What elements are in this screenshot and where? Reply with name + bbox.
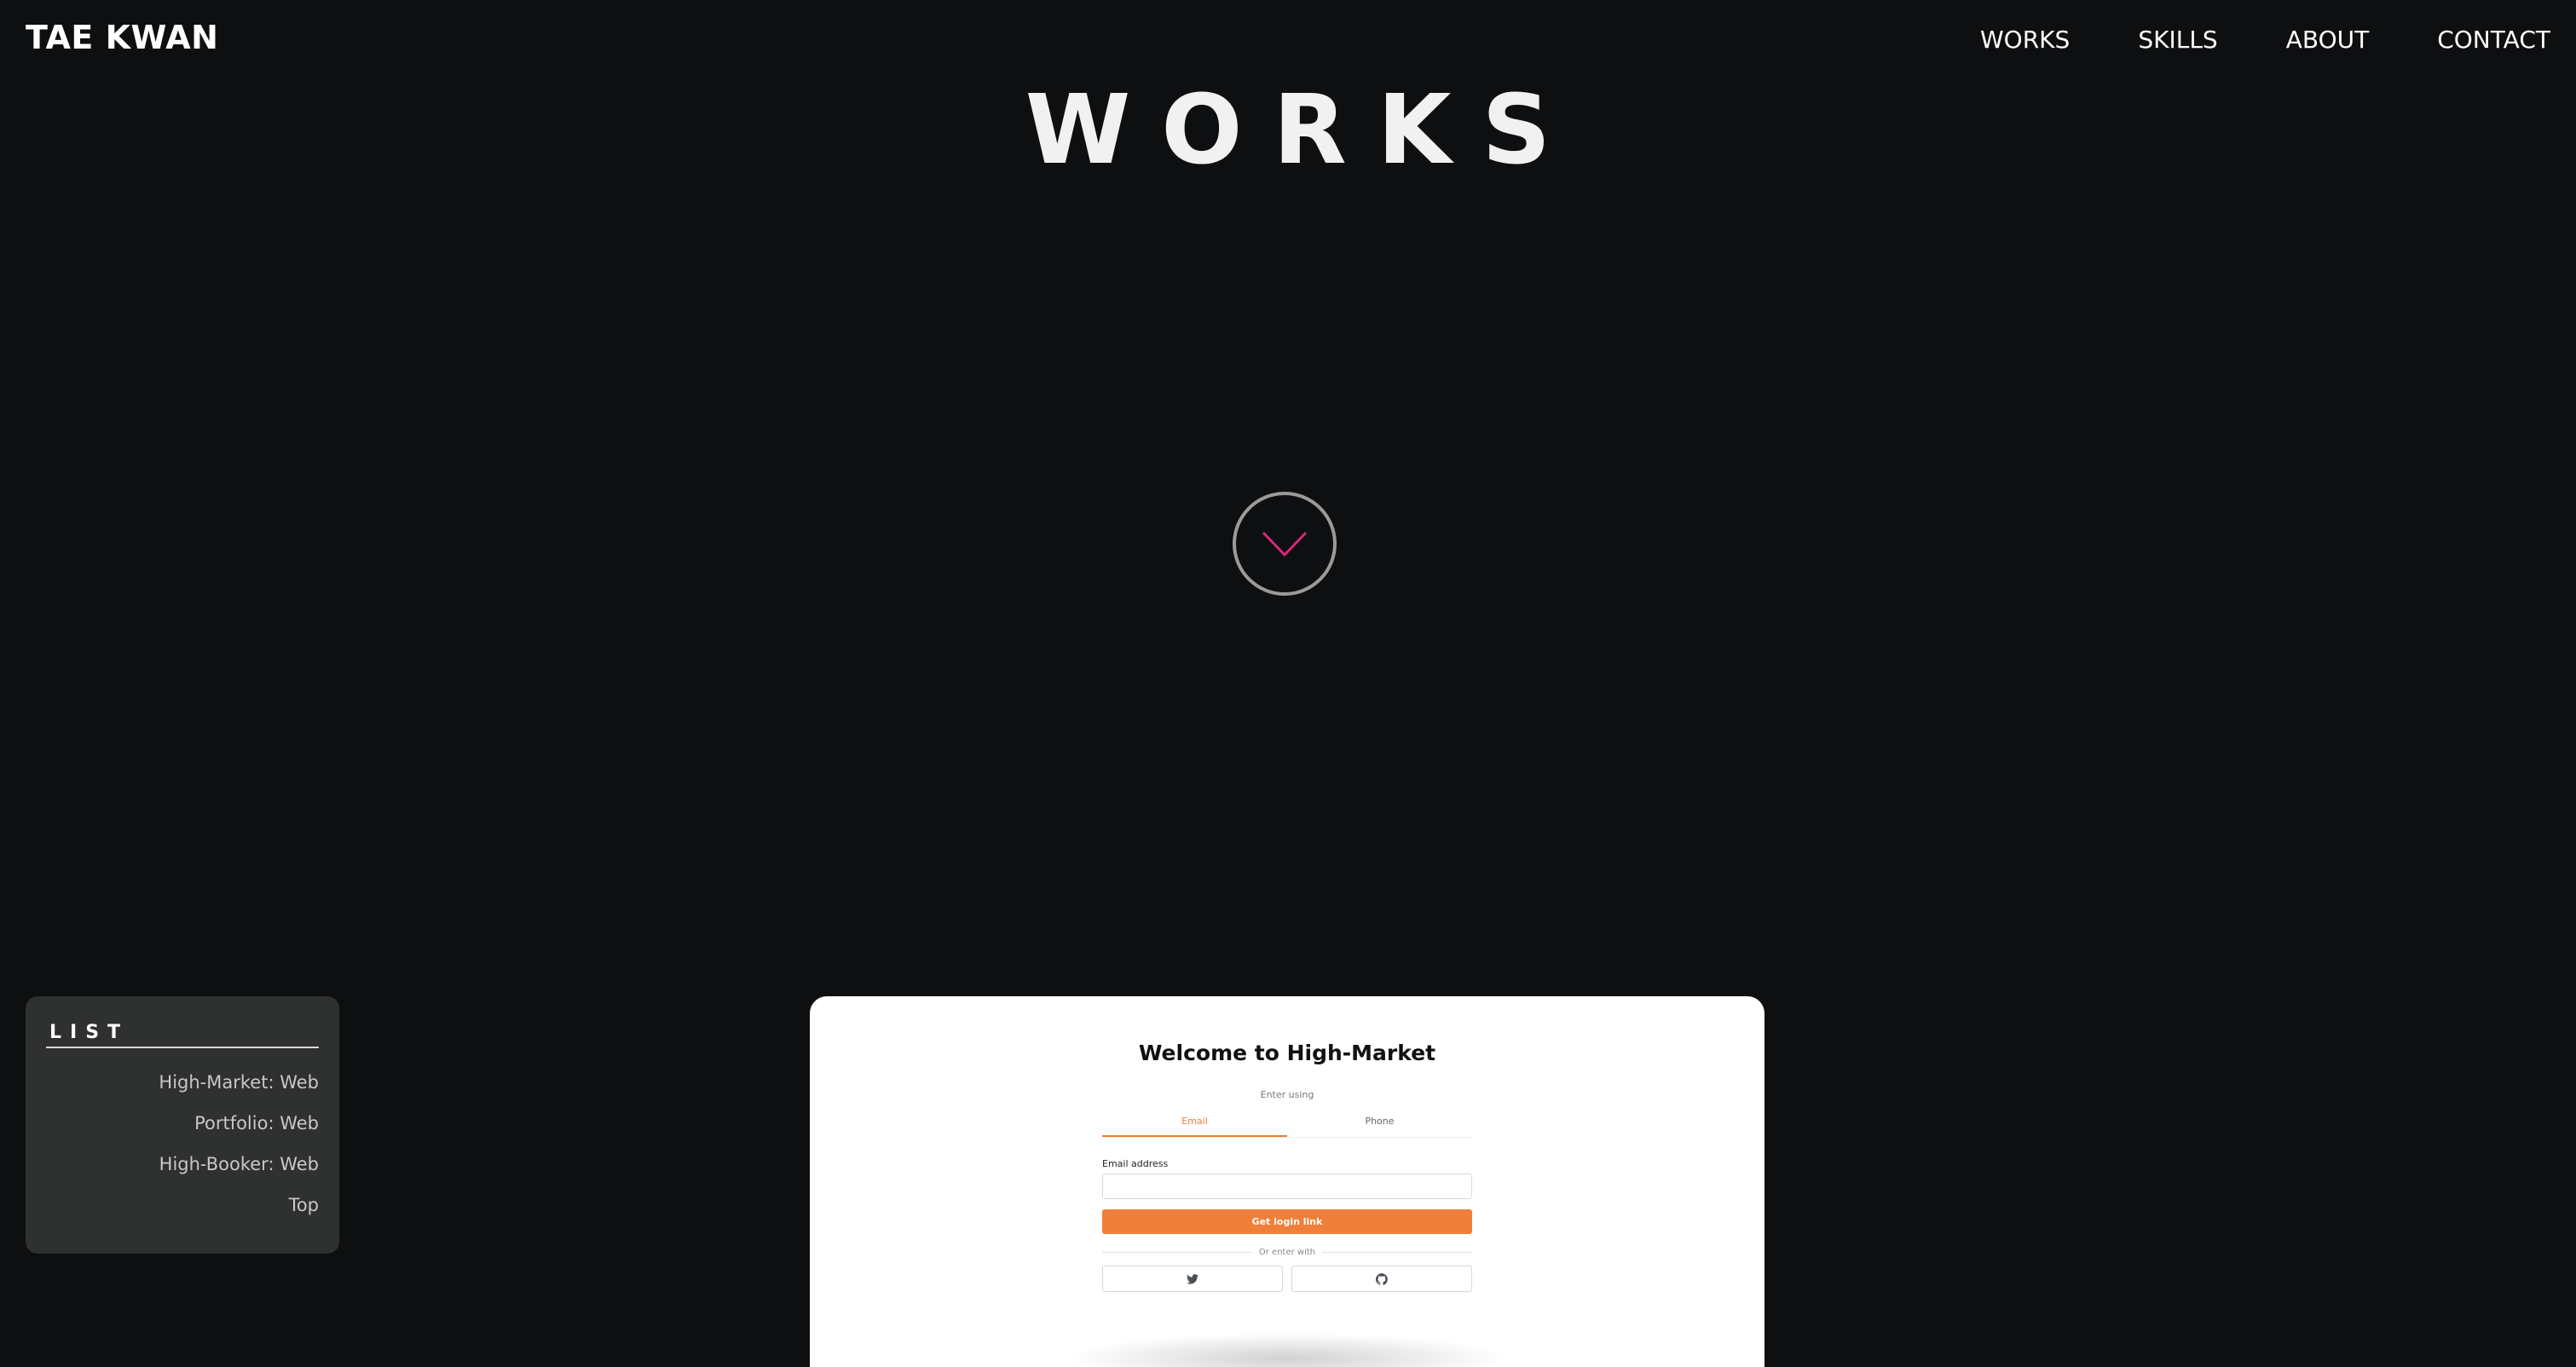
- preview-shadow: [1066, 1333, 1509, 1367]
- scroll-down-button[interactable]: [1233, 492, 1337, 596]
- project-preview-card[interactable]: Welcome to High-Market Enter using Email…: [810, 996, 1765, 1367]
- email-label: Email address: [1102, 1158, 1169, 1169]
- works-list-panel: LIST High-Market: Web Portfolio: Web Hig…: [26, 996, 339, 1254]
- divider-line: [1322, 1252, 1473, 1253]
- login-tabs: Email Phone: [1102, 1116, 1472, 1138]
- github-icon: [1376, 1272, 1388, 1285]
- list-item-top[interactable]: Top: [46, 1185, 319, 1226]
- preview-login-form: Welcome to High-Market Enter using Email…: [1102, 996, 1473, 1292]
- divider-label: Or enter with: [1258, 1248, 1316, 1257]
- divider-line: [1102, 1252, 1252, 1253]
- twitter-icon: [1187, 1273, 1198, 1284]
- email-field[interactable]: [1102, 1174, 1472, 1199]
- preview-title: Welcome to High-Market: [1138, 1041, 1436, 1065]
- list-item-portfolio[interactable]: Portfolio: Web: [46, 1103, 319, 1144]
- page-title: WORKS: [1025, 75, 1582, 186]
- tab-email[interactable]: Email: [1102, 1116, 1287, 1137]
- github-login-button[interactable]: [1291, 1266, 1472, 1292]
- nav-contact[interactable]: CONTACT: [2437, 26, 2550, 54]
- brand-logo[interactable]: TAE KWAN: [26, 19, 218, 56]
- page: TAE KWAN WORKS SKILLS ABOUT CONTACT WORK…: [0, 0, 2576, 1367]
- enter-using-label: Enter using: [1260, 1089, 1314, 1100]
- nav-works[interactable]: WORKS: [1980, 26, 2070, 54]
- social-login-row: [1102, 1266, 1472, 1292]
- nav-about[interactable]: ABOUT: [2286, 26, 2370, 54]
- nav-skills[interactable]: SKILLS: [2138, 26, 2217, 54]
- or-divider: Or enter with: [1102, 1248, 1473, 1257]
- list-item-high-booker[interactable]: High-Booker: Web: [46, 1144, 319, 1185]
- chevron-down-icon: [1262, 531, 1308, 557]
- tab-phone[interactable]: Phone: [1287, 1116, 1472, 1137]
- list-items: High-Market: Web Portfolio: Web High-Boo…: [46, 1062, 319, 1226]
- get-login-link-button[interactable]: Get login link: [1102, 1209, 1472, 1234]
- list-title: LIST: [46, 1022, 319, 1048]
- list-item-high-market[interactable]: High-Market: Web: [46, 1062, 319, 1103]
- twitter-login-button[interactable]: [1102, 1266, 1283, 1292]
- main-nav: WORKS SKILLS ABOUT CONTACT: [1980, 26, 2550, 54]
